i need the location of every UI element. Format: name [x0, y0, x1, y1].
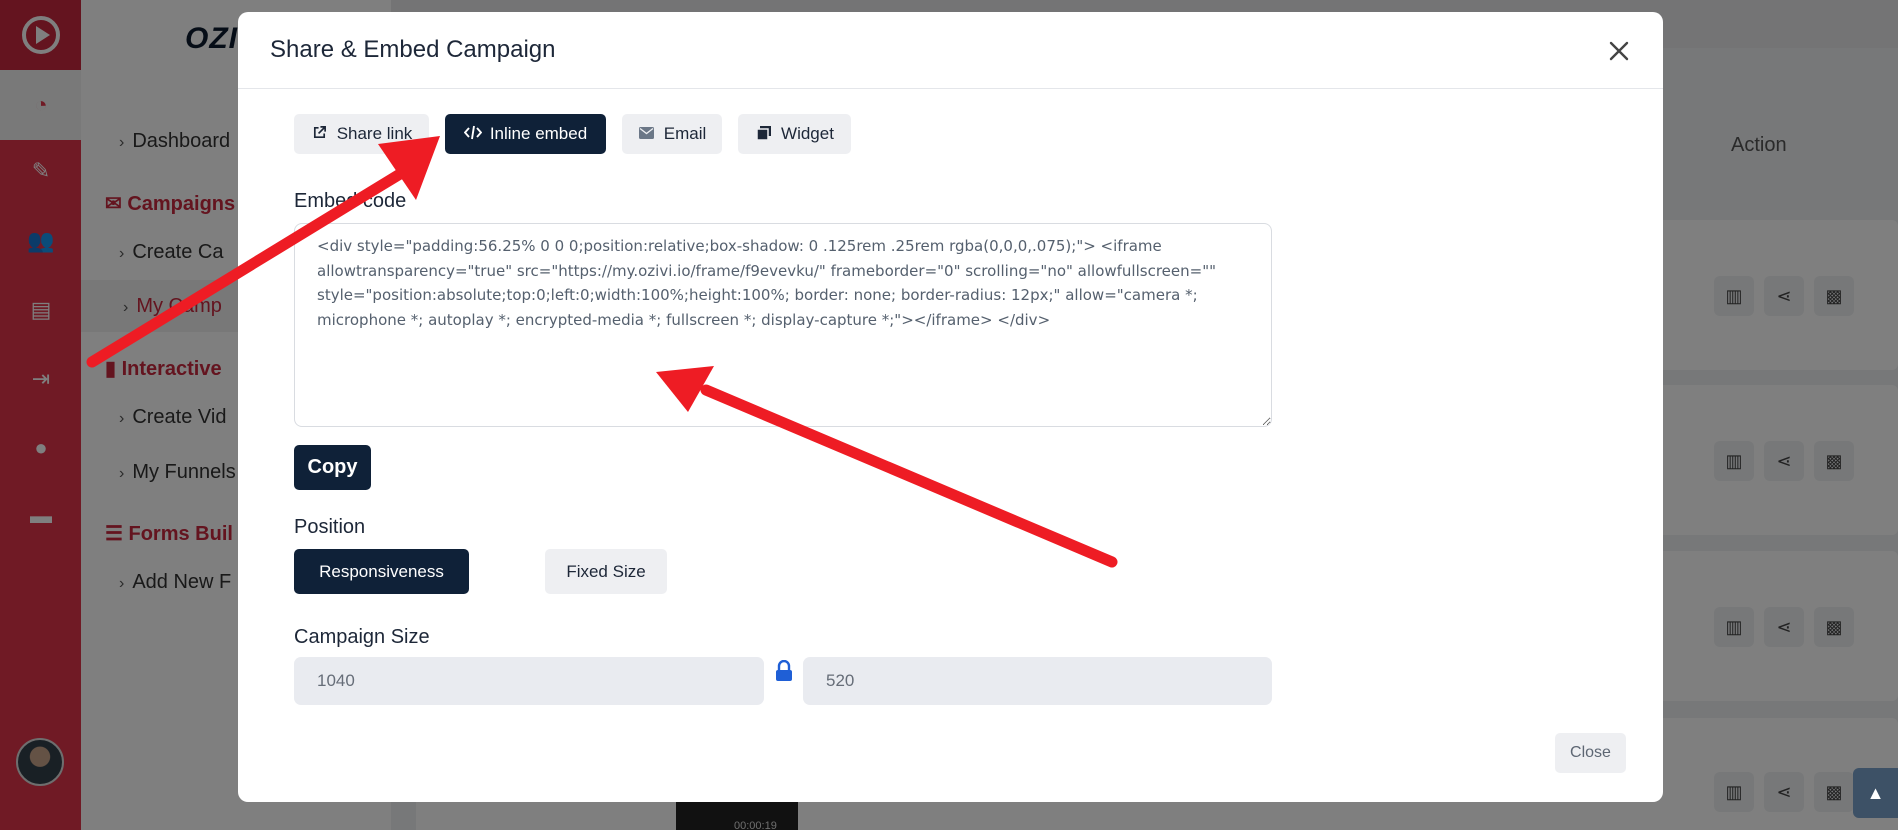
widget-icon: [755, 125, 773, 143]
tab-label: Widget: [781, 124, 834, 143]
scroll-to-top-button[interactable]: ▲: [1853, 768, 1898, 818]
external-link-icon: [311, 125, 329, 143]
modal-header: Share & Embed Campaign: [238, 12, 1663, 89]
code-icon: [463, 125, 483, 143]
campaign-size-label: Campaign Size: [294, 626, 430, 648]
close-button[interactable]: Close: [1555, 733, 1626, 773]
tab-inline-embed[interactable]: Inline embed: [445, 114, 606, 154]
position-responsiveness-button[interactable]: Responsiveness: [294, 549, 469, 594]
modal-title: Share & Embed Campaign: [270, 36, 556, 63]
embed-code-label: Embed code: [294, 190, 407, 212]
campaign-width-input[interactable]: [294, 657, 764, 705]
embed-code-textarea[interactable]: <div style="padding:56.25% 0 0 0;positio…: [294, 223, 1272, 427]
tab-email[interactable]: Email: [622, 114, 722, 154]
tab-label: Email: [663, 124, 707, 143]
lock-icon[interactable]: [775, 659, 795, 684]
share-embed-modal: Share & Embed Campaign Share link Inline…: [238, 12, 1663, 802]
copy-button[interactable]: Copy: [294, 445, 371, 490]
envelope-icon: [638, 126, 656, 142]
tab-label: Share link: [336, 124, 413, 143]
tab-label: Inline embed: [489, 124, 588, 143]
chevron-up-icon: ▲: [1866, 782, 1885, 803]
tab-share-link[interactable]: Share link: [294, 114, 429, 154]
campaign-height-input[interactable]: [803, 657, 1272, 705]
position-fixed-size-button[interactable]: Fixed Size: [545, 549, 667, 594]
close-icon[interactable]: [1604, 36, 1634, 66]
position-label: Position: [294, 516, 366, 538]
tab-widget[interactable]: Widget: [738, 114, 851, 154]
